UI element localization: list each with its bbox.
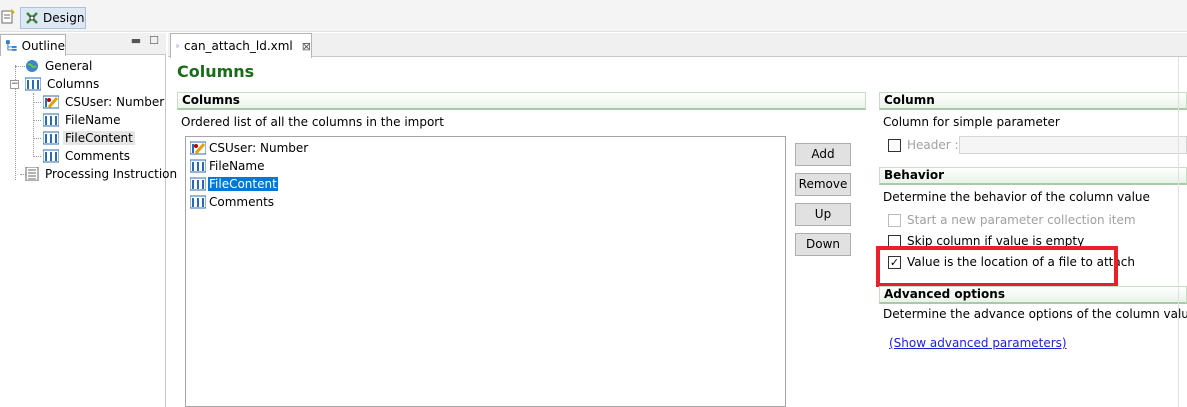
xml-file-icon — [176, 44, 179, 48]
minimize-icon[interactable]: ▬ — [130, 35, 142, 47]
column-icon — [190, 177, 206, 191]
add-button[interactable]: Add — [795, 143, 851, 166]
collapse-icon[interactable]: − — [10, 80, 19, 89]
highlight-annotation — [876, 246, 1118, 287]
advanced-section-description: Determine the advance options of the col… — [883, 307, 1187, 321]
design-icon — [26, 12, 38, 24]
column-icon — [43, 113, 59, 127]
header-input[interactable] — [959, 136, 1187, 154]
tree-item-filename[interactable]: FileName — [43, 111, 122, 129]
tree-item-general[interactable]: General — [25, 57, 94, 75]
list-item-comments[interactable]: Comments — [190, 193, 275, 211]
tree-label-filecontent: FileContent — [63, 131, 135, 145]
column-section-description: Column for simple parameter — [883, 115, 1060, 129]
list-item-label: FileContent — [208, 177, 278, 191]
column-icon — [43, 131, 59, 145]
columns-list[interactable]: CSUser: Number FileName FileContent Comm… — [185, 136, 786, 407]
columns-section-description: Ordered list of all the columns in the i… — [181, 115, 444, 129]
tree-item-csuser[interactable]: CSUser: Number — [43, 93, 166, 111]
option-label: Start a new parameter collection item — [907, 213, 1136, 227]
editor-tabbar: can_attach_ld.xml ⊠ — [168, 33, 1187, 58]
columns-section-header: Columns — [177, 92, 866, 110]
design-label: Design — [43, 11, 85, 25]
outline-pane: Outline ▬ ☐ General − Columns CSUser: Nu… — [0, 33, 177, 407]
file-tab-label: can_attach_ld.xml — [184, 39, 293, 53]
show-advanced-link[interactable]: (Show advanced parameters) — [889, 336, 1067, 350]
outline-icon — [5, 40, 17, 51]
page-title: Columns — [177, 62, 255, 81]
design-button[interactable]: Design — [20, 7, 86, 29]
list-item-filename[interactable]: FileName — [190, 157, 265, 175]
tree-label-filename: FileName — [65, 113, 121, 127]
top-toolbar: ˆ Design — [0, 0, 1187, 32]
column-icon — [190, 159, 206, 173]
user-column-icon — [190, 141, 206, 155]
globe-icon — [26, 60, 38, 72]
new-page-icon[interactable] — [0, 9, 16, 25]
column-section-header: Column — [879, 92, 1187, 110]
advanced-section-header: Advanced options — [879, 286, 1187, 304]
document-list-icon — [25, 167, 39, 181]
tree-label-general: General — [45, 59, 93, 73]
tree-item-processing-instruction[interactable]: Processing Instruction — [25, 165, 179, 183]
outline-tab-label: Outline — [21, 38, 65, 53]
remove-button[interactable]: Remove — [795, 173, 851, 196]
tree-label-processing-instruction: Processing Instruction — [45, 167, 178, 181]
close-icon[interactable]: ⊠ — [302, 40, 311, 53]
file-tab[interactable]: can_attach_ld.xml ⊠ — [170, 33, 312, 58]
outline-tabbar: Outline ▬ ☐ — [0, 33, 166, 56]
start-new-collection-checkbox[interactable] — [888, 213, 901, 227]
header-checkbox[interactable] — [888, 138, 901, 152]
outline-tab[interactable]: Outline — [0, 34, 66, 56]
list-item-csuser[interactable]: CSUser: Number — [190, 139, 309, 157]
up-button[interactable]: Up — [795, 203, 851, 226]
tree-label-columns: Columns — [47, 77, 100, 91]
maximize-icon[interactable]: ☐ — [148, 35, 160, 47]
header-label: Header : — [907, 138, 959, 152]
down-button[interactable]: Down — [795, 233, 851, 256]
column-icon — [43, 149, 59, 163]
list-item-label: Comments — [209, 195, 275, 209]
editor-edge — [1178, 57, 1179, 407]
tree-label-csuser: CSUser: Number — [65, 95, 165, 109]
behavior-section-header: Behavior — [879, 167, 1187, 185]
tree-label-comments: Comments — [65, 149, 131, 163]
columns-icon — [25, 77, 41, 91]
list-item-label: CSUser: Number — [209, 141, 309, 155]
tree-item-comments[interactable]: Comments — [43, 147, 132, 165]
list-item-label: FileName — [209, 159, 265, 173]
user-column-icon — [43, 95, 59, 109]
start-new-collection-option: Start a new parameter collection item — [888, 212, 1136, 228]
column-icon — [190, 195, 206, 209]
header-row: Header : — [888, 137, 959, 153]
tree-item-filecontent[interactable]: FileContent — [43, 129, 135, 147]
toolbar-grip: ˆ — [72, 0, 76, 7]
list-item-filecontent[interactable]: FileContent — [190, 175, 278, 193]
behavior-section-description: Determine the behavior of the column val… — [883, 190, 1150, 204]
tree-item-columns[interactable]: Columns — [25, 75, 101, 93]
